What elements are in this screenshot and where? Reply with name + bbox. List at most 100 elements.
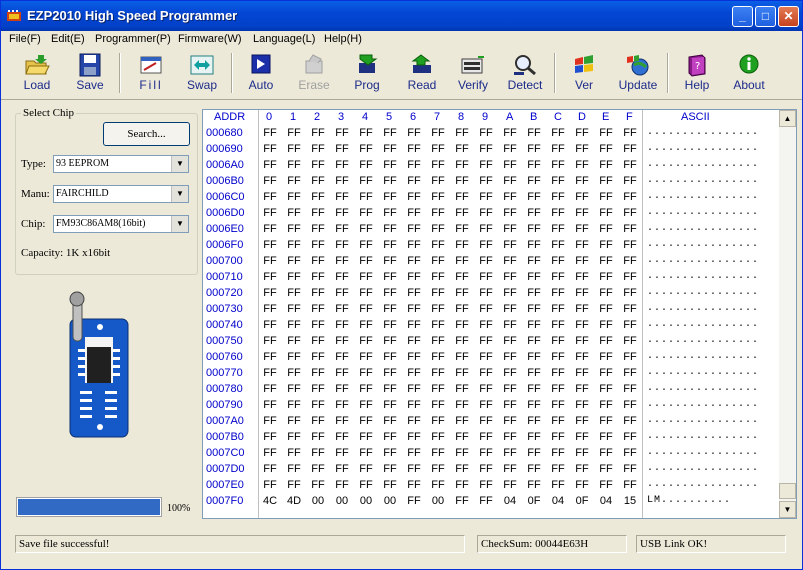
hex-byte[interactable]: FF <box>451 495 473 507</box>
menu-programmer[interactable]: Programmer(P) <box>95 33 171 45</box>
hex-byte[interactable]: FF <box>355 463 377 475</box>
hex-byte[interactable]: FF <box>619 415 641 427</box>
hex-byte[interactable]: FF <box>355 335 377 347</box>
hex-byte[interactable]: FF <box>355 271 377 283</box>
hex-byte[interactable]: FF <box>547 415 569 427</box>
hex-byte[interactable]: FF <box>307 447 329 459</box>
hex-byte[interactable]: FF <box>403 223 425 235</box>
hex-byte[interactable]: FF <box>379 351 401 363</box>
hex-byte[interactable]: FF <box>523 159 545 171</box>
hex-byte[interactable]: FF <box>355 159 377 171</box>
hex-byte[interactable]: FF <box>259 255 281 267</box>
hex-byte[interactable]: FF <box>499 303 521 315</box>
hex-byte[interactable]: 4D <box>283 495 305 507</box>
hex-byte[interactable]: FF <box>523 223 545 235</box>
hex-byte[interactable]: 15 <box>619 495 641 507</box>
hex-byte[interactable]: FF <box>427 335 449 347</box>
hex-byte[interactable]: FF <box>259 367 281 379</box>
hex-byte[interactable]: FF <box>523 367 545 379</box>
hex-byte[interactable]: FF <box>403 287 425 299</box>
hex-byte[interactable]: FF <box>403 303 425 315</box>
hex-byte[interactable]: FF <box>571 399 593 411</box>
hex-byte[interactable]: FF <box>307 127 329 139</box>
hex-row[interactable]: 000780 FF FF FF FF FF FF FF FF FF FF FF FF FF FF FF FF..… <box>203 382 781 398</box>
hex-byte[interactable]: FF <box>427 399 449 411</box>
hex-byte[interactable]: 0F <box>523 495 545 507</box>
hex-byte[interactable]: FF <box>571 255 593 267</box>
hex-byte[interactable]: FF <box>379 399 401 411</box>
hex-byte[interactable]: FF <box>355 207 377 219</box>
hex-byte[interactable]: FF <box>451 207 473 219</box>
hex-row[interactable]: 000760 FF FF FF FF FF FF FF FF FF FF FF FF FF FF FF FF..… <box>203 350 781 366</box>
hex-byte[interactable]: FF <box>379 159 401 171</box>
hex-byte[interactable]: FF <box>523 287 545 299</box>
hex-byte[interactable]: FF <box>283 191 305 203</box>
hex-row[interactable]: 000740 FF FF FF FF FF FF FF FF FF FF FF FF FF FF FF FF..… <box>203 318 781 334</box>
hex-byte[interactable]: 04 <box>595 495 617 507</box>
hex-byte[interactable]: FF <box>547 159 569 171</box>
hex-byte[interactable]: FF <box>259 351 281 363</box>
chip-select[interactable]: FM93C86AM8(16bit) ▼ <box>53 215 189 233</box>
auto-button[interactable]: Auto <box>236 53 286 95</box>
hex-byte[interactable]: FF <box>547 431 569 443</box>
hex-byte[interactable]: FF <box>475 319 497 331</box>
hex-byte[interactable]: FF <box>307 463 329 475</box>
hex-byte[interactable]: FF <box>259 191 281 203</box>
hex-row[interactable]: 000730 FF FF FF FF FF FF FF FF FF FF FF FF FF FF FF FF..… <box>203 302 781 318</box>
hex-byte[interactable]: FF <box>619 127 641 139</box>
hex-byte[interactable]: FF <box>379 367 401 379</box>
hex-byte[interactable]: FF <box>355 239 377 251</box>
hex-byte[interactable]: FF <box>571 367 593 379</box>
hex-byte[interactable]: FF <box>427 351 449 363</box>
hex-byte[interactable]: FF <box>283 399 305 411</box>
chevron-down-icon[interactable]: ▼ <box>171 216 188 232</box>
hex-byte[interactable]: FF <box>571 479 593 491</box>
hex-byte[interactable]: FF <box>331 143 353 155</box>
hex-byte[interactable]: FF <box>595 127 617 139</box>
hex-byte[interactable]: FF <box>379 255 401 267</box>
hex-byte[interactable]: FF <box>451 351 473 363</box>
hex-byte[interactable]: FF <box>283 431 305 443</box>
hex-byte[interactable]: FF <box>499 287 521 299</box>
hex-byte[interactable]: FF <box>499 271 521 283</box>
hex-byte[interactable]: FF <box>331 207 353 219</box>
hex-byte[interactable]: FF <box>403 399 425 411</box>
detect-button[interactable]: Detect <box>500 53 550 95</box>
hex-byte[interactable]: FF <box>499 367 521 379</box>
hex-byte[interactable]: FF <box>379 175 401 187</box>
hex-byte[interactable]: FF <box>307 431 329 443</box>
hex-byte[interactable]: FF <box>499 463 521 475</box>
hex-byte[interactable]: FF <box>547 271 569 283</box>
hex-row[interactable]: 0006D0 FF FF FF FF FF FF FF FF FF FF FF FF FF FF FF FF..… <box>203 206 781 222</box>
hex-row[interactable]: 0007D0 FF FF FF FF FF FF FF FF FF FF FF FF FF FF FF FF..… <box>203 462 781 478</box>
hex-byte[interactable]: FF <box>619 271 641 283</box>
hex-byte[interactable]: FF <box>403 431 425 443</box>
hex-byte[interactable]: FF <box>523 239 545 251</box>
prog-button[interactable]: Prog <box>342 53 392 95</box>
hex-byte[interactable]: FF <box>547 287 569 299</box>
hex-byte[interactable]: FF <box>331 303 353 315</box>
hex-byte[interactable]: 04 <box>499 495 521 507</box>
hex-byte[interactable]: FF <box>307 143 329 155</box>
hex-byte[interactable]: FF <box>571 207 593 219</box>
hex-byte[interactable]: FF <box>283 223 305 235</box>
hex-byte[interactable]: FF <box>547 367 569 379</box>
hex-byte[interactable]: FF <box>523 255 545 267</box>
menu-help[interactable]: Help(H) <box>324 33 362 45</box>
hex-byte[interactable]: FF <box>451 303 473 315</box>
hex-byte[interactable]: FF <box>379 319 401 331</box>
hex-byte[interactable]: FF <box>403 351 425 363</box>
chevron-down-icon[interactable]: ▼ <box>171 186 188 202</box>
hex-byte[interactable]: 00 <box>331 495 353 507</box>
hex-byte[interactable]: FF <box>307 367 329 379</box>
hex-byte[interactable]: FF <box>355 415 377 427</box>
hex-byte[interactable]: FF <box>523 431 545 443</box>
hex-byte[interactable]: FF <box>427 255 449 267</box>
hex-byte[interactable]: FF <box>331 159 353 171</box>
hex-byte[interactable]: FF <box>619 367 641 379</box>
read-button[interactable]: Read <box>397 53 447 95</box>
hex-row[interactable]: 0007C0 FF FF FF FF FF FF FF FF FF FF FF FF FF FF FF FF..… <box>203 446 781 462</box>
hex-byte[interactable]: FF <box>259 207 281 219</box>
hex-byte[interactable]: FF <box>379 223 401 235</box>
hex-byte[interactable]: FF <box>403 319 425 331</box>
